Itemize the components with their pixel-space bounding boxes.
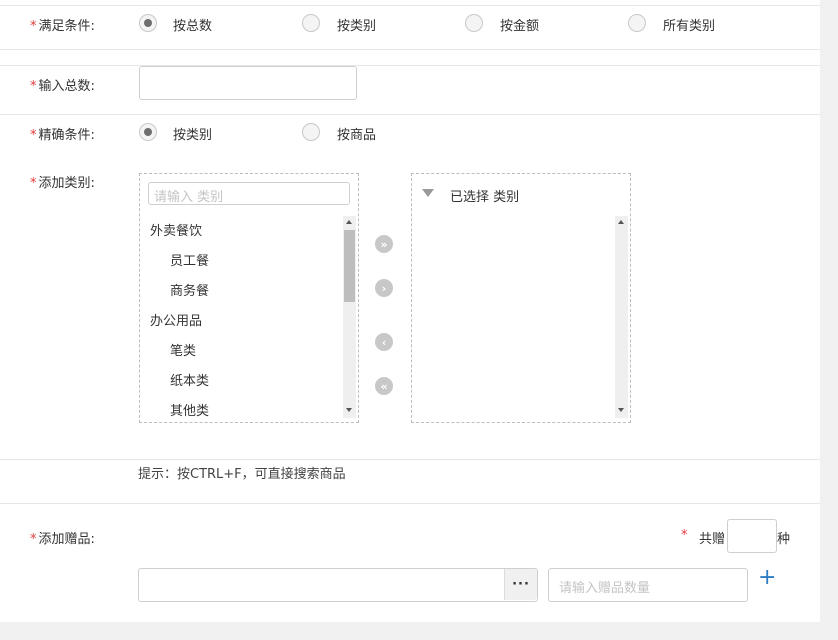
selected-category-header: 已选择 类别	[450, 190, 520, 205]
move-right-button[interactable]: ›	[375, 279, 393, 297]
total-input[interactable]	[139, 66, 357, 100]
satisfy-condition-label: * 满足条件:	[30, 15, 95, 34]
tree-item-office-supplies[interactable]: 办公用品	[150, 310, 202, 329]
tree-item-staff-meal[interactable]: 员工餐	[170, 250, 209, 269]
radio-precise-by-category-label[interactable]: 按类别	[173, 124, 212, 143]
category-selected-panel: 已选择 类别	[411, 173, 631, 423]
gift-select-input[interactable]	[138, 568, 538, 602]
radio-all-categories-label[interactable]: 所有类别	[663, 15, 715, 34]
precise-condition-text: 精确条件:	[38, 128, 95, 143]
tree-item-other[interactable]: 其他类	[170, 400, 209, 419]
required-mark: *	[30, 532, 37, 547]
gift-total-input[interactable]	[727, 519, 777, 553]
radio-by-total-label[interactable]: 按总数	[173, 15, 212, 34]
search-hint: 提示：按CTRL+F，可直接搜索商品	[138, 467, 346, 482]
scroll-up-arrow-icon[interactable]	[346, 220, 352, 224]
divider	[0, 459, 820, 460]
radio-by-category[interactable]	[302, 14, 320, 32]
radio-precise-by-product[interactable]	[302, 123, 320, 141]
selected-scrollbar[interactable]	[615, 216, 628, 418]
category-search-placeholder: 请输入 类别	[154, 190, 224, 205]
required-mark: *	[30, 128, 37, 143]
more-options-button[interactable]: ···	[504, 569, 537, 600]
total-label: * 输入总数:	[30, 75, 95, 94]
add-gift-button[interactable]: +	[758, 567, 776, 589]
gift-quantity-placeholder: 请输入赠品数量	[559, 581, 651, 596]
satisfy-condition-text: 满足条件:	[38, 19, 95, 34]
total-label-text: 输入总数:	[38, 79, 95, 94]
gift-total-prefix: 共赠	[699, 532, 726, 547]
move-left-button[interactable]: ‹	[375, 333, 393, 351]
scroll-up-arrow-icon[interactable]	[618, 220, 624, 224]
scroll-down-arrow-icon[interactable]	[618, 408, 624, 412]
radio-precise-by-category[interactable]	[139, 123, 157, 141]
divider	[0, 5, 820, 6]
add-gift-label: * 添加赠品:	[30, 528, 95, 547]
category-source-panel: 请输入 类别 外卖餐饮 员工餐 商务餐 办公用品 笔类 纸本类 其他类	[139, 173, 359, 423]
tree-item-business-meal[interactable]: 商务餐	[170, 280, 209, 299]
radio-by-category-label[interactable]: 按类别	[337, 15, 376, 34]
tree-item-paper[interactable]: 纸本类	[170, 370, 209, 389]
add-category-text: 添加类别:	[38, 176, 95, 191]
radio-precise-by-product-label[interactable]: 按商品	[337, 124, 376, 143]
category-search-input[interactable]: 请输入 类别	[148, 182, 350, 205]
tree-scrollbar[interactable]	[343, 216, 356, 418]
required-mark: *	[30, 79, 37, 94]
scroll-down-arrow-icon[interactable]	[346, 408, 352, 412]
add-category-label: * 添加类别:	[30, 172, 95, 191]
divider	[0, 49, 820, 50]
move-all-left-button[interactable]: «	[375, 377, 393, 395]
page-scrollbar[interactable]	[820, 0, 838, 640]
move-all-right-button[interactable]: »	[375, 235, 393, 253]
tree-item-pens[interactable]: 笔类	[170, 340, 196, 359]
divider	[0, 114, 820, 115]
gift-quantity-input[interactable]: 请输入赠品数量	[548, 568, 748, 602]
collapse-triangle-icon[interactable]	[422, 189, 434, 197]
add-gift-text: 添加赠品:	[38, 532, 95, 547]
radio-all-categories[interactable]	[628, 14, 646, 32]
required-mark: *	[681, 528, 688, 543]
required-mark: *	[30, 176, 37, 191]
radio-by-amount-label[interactable]: 按金额	[500, 15, 539, 34]
gift-total-suffix: 种	[777, 532, 791, 547]
radio-by-amount[interactable]	[465, 14, 483, 32]
precise-condition-label: * 精确条件:	[30, 124, 95, 143]
tree-item-takeout[interactable]: 外卖餐饮	[150, 220, 202, 239]
scrollbar-thumb[interactable]	[344, 230, 355, 302]
required-mark: *	[30, 19, 37, 34]
page-footer	[0, 622, 838, 640]
divider	[0, 503, 820, 504]
divider	[0, 65, 820, 66]
radio-by-total[interactable]	[139, 14, 157, 32]
